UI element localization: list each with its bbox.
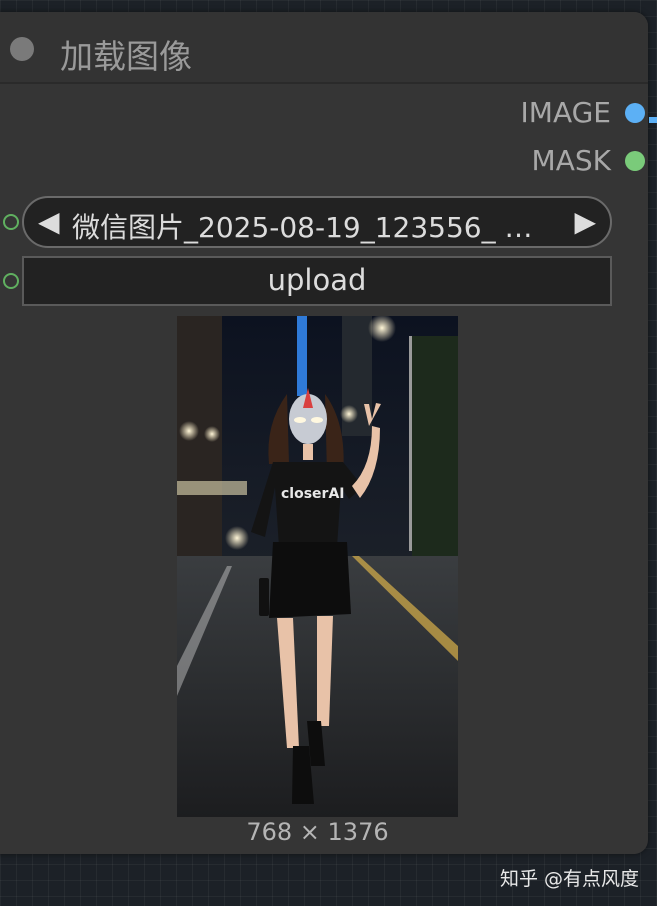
output-mask-slot[interactable]: MASK [532,144,645,177]
image-select-combo[interactable]: ◀ 微信图片_2025-08-19_123556_ … ▶ [22,196,612,248]
combo-next-arrow[interactable]: ▶ [574,205,596,238]
combo-prev-arrow[interactable]: ◀ [38,205,60,238]
output-image-dot[interactable] [625,102,645,123]
image-select-value: 微信图片_2025-08-19_123556_ … [72,211,533,244]
watermark: 知乎 @有点风度 [499,868,639,890]
preview-photo: closerAI [177,316,458,817]
image-preview: closerAI [177,316,458,817]
upload-button[interactable]: upload [22,256,612,306]
output-mask-label: MASK [531,144,611,177]
collapse-toggle[interactable] [10,37,34,61]
node-title-bar[interactable]: 加载图像 [0,12,648,84]
image-output-link [649,117,657,123]
upload-widget-input-slot[interactable] [3,273,19,289]
node-title: 加载图像 [60,37,192,76]
output-mask-dot[interactable] [625,150,645,171]
image-widget-input-slot[interactable] [3,214,19,230]
shirt-print: closerAI [281,486,345,502]
output-image-slot[interactable]: IMAGE [521,96,645,129]
image-dimensions: 768 × 1376 [246,818,389,846]
output-image-label: IMAGE [520,96,611,129]
